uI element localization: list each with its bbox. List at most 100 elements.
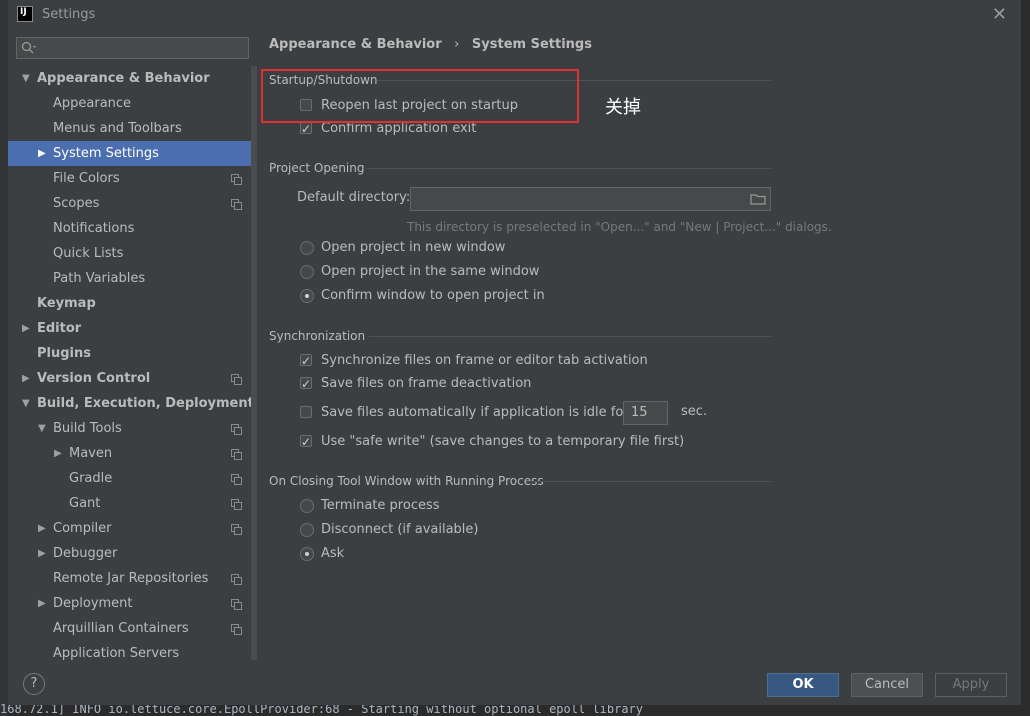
highlight-box (261, 69, 579, 123)
group-divider (367, 168, 772, 169)
title-bar: Settings ✕ (8, 0, 1021, 30)
close-icon[interactable]: ✕ (992, 4, 1007, 25)
project-scope-icon (231, 424, 242, 435)
folder-icon[interactable] (750, 193, 766, 205)
settings-dialog: Settings ✕ ▼ Appearance & Behavior Appear… (8, 0, 1021, 705)
checkbox-box (300, 406, 312, 418)
tree-item-editor[interactable]: ▶ Editor (8, 316, 257, 341)
chevron-down-icon: ▼ (22, 398, 30, 409)
tree-item-notifications[interactable]: Notifications (8, 216, 257, 241)
tree-item-compiler[interactable]: ▶ Compiler (8, 516, 257, 541)
tree-item-menus-toolbars[interactable]: Menus and Toolbars (8, 116, 257, 141)
project-scope-icon (231, 474, 242, 485)
project-scope-icon (231, 499, 242, 510)
checkbox-box (300, 351, 312, 371)
project-scope-icon (231, 199, 242, 210)
tree-item-label: Path Variables (53, 271, 146, 286)
annotation-text: 关掉 (605, 97, 641, 118)
radio-label: Terminate process (321, 498, 440, 513)
dialog-footer: ? OK Cancel Apply (8, 660, 1021, 705)
idle-seconds-value: 15 (631, 405, 648, 420)
tree-item-label: Debugger (53, 546, 118, 561)
chevron-right-icon: ▶ (38, 148, 46, 159)
tree-item-debugger[interactable]: ▶ Debugger (8, 541, 257, 566)
group-title-project-opening: Project Opening (269, 161, 365, 175)
checkbox-label: Use "safe write" (save changes to a temp… (321, 434, 685, 449)
tree-item-appearance-behavior[interactable]: ▼ Appearance & Behavior (8, 66, 257, 91)
radio-label: Open project in new window (321, 240, 506, 255)
tree-item-appearance[interactable]: Appearance (8, 91, 257, 116)
project-scope-icon (231, 624, 242, 635)
window-title: Settings (42, 7, 96, 22)
breadcrumb: Appearance & Behavior › System Settings (269, 37, 600, 52)
tree-item-label: Version Control (37, 371, 151, 386)
radio-label: Ask (321, 546, 345, 561)
tree-item-label: Gradle (69, 471, 113, 486)
tree-item-label: Plugins (37, 346, 91, 361)
tree-item-maven[interactable]: ▶ Maven (8, 441, 257, 466)
idle-seconds-input[interactable]: 15 (623, 401, 668, 425)
background-ide-right (1021, 0, 1030, 716)
settings-content: Appearance & Behavior › System Settings … (257, 30, 1021, 660)
tree-item-label: Compiler (53, 521, 112, 536)
help-button[interactable]: ? (23, 673, 45, 695)
tree-item-remote-jar-repositories[interactable]: Remote Jar Repositories (8, 566, 257, 591)
tree-item-label: File Colors (53, 171, 120, 186)
tree-item-label: Appearance & Behavior (37, 71, 210, 86)
search-input[interactable] (16, 37, 249, 59)
breadcrumb-separator: › (454, 37, 460, 52)
group-title-synchronization: Synchronization (269, 329, 366, 343)
default-directory-field[interactable] (410, 187, 771, 211)
tree-item-version-control[interactable]: ▶ Version Control (8, 366, 257, 391)
breadcrumb-current: System Settings (471, 37, 592, 52)
tree-item-label: Build, Execution, Deployment (37, 396, 254, 411)
tree-item-label: Menus and Toolbars (53, 121, 182, 136)
tree-item-scopes[interactable]: Scopes (8, 191, 257, 216)
tree-item-path-variables[interactable]: Path Variables (8, 266, 257, 291)
checkbox-label: Save files on frame deactivation (321, 376, 532, 391)
radio-circle (300, 241, 314, 255)
radio-label: Open project in the same window (321, 264, 540, 279)
idle-unit-label: sec. (681, 404, 708, 419)
checkbox-box (300, 432, 312, 452)
tree-item-label: Appearance (53, 96, 132, 111)
checkbox-label: Synchronize files on frame or editor tab… (321, 353, 648, 368)
chevron-right-icon: ▶ (38, 523, 46, 534)
tree-item-gradle[interactable]: Gradle (8, 466, 257, 491)
default-directory-hint: This directory is preselected in "Open..… (407, 220, 832, 234)
project-scope-icon (231, 374, 242, 385)
project-scope-icon (231, 574, 242, 585)
checkbox-label: Save files automatically if application … (321, 405, 629, 420)
tree-item-label: Scopes (53, 196, 100, 211)
tree-item-quick-lists[interactable]: Quick Lists (8, 241, 257, 266)
apply-button[interactable]: Apply (935, 673, 1007, 697)
breadcrumb-parent[interactable]: Appearance & Behavior (269, 37, 442, 52)
checkbox-box (300, 374, 312, 394)
background-ide-left (0, 0, 8, 716)
radio-label: Disconnect (if available) (321, 522, 479, 537)
project-scope-icon (231, 174, 242, 185)
search-icon (21, 41, 36, 54)
tree-item-build-execution-deployment[interactable]: ▼ Build, Execution, Deployment (8, 391, 257, 416)
chevron-right-icon: ▶ (22, 373, 30, 384)
tree-item-label: Notifications (53, 221, 135, 236)
tree-item-label: Build Tools (53, 421, 122, 436)
checkbox-box (300, 119, 312, 139)
tree-item-build-tools[interactable]: ▼ Build Tools (8, 416, 257, 441)
project-scope-icon (231, 449, 242, 460)
tree-item-label: Gant (69, 496, 101, 511)
settings-tree: ▼ Appearance & Behavior Appearance Menus … (8, 66, 257, 661)
tree-item-plugins[interactable]: Plugins (8, 341, 257, 366)
group-title-on-closing: On Closing Tool Window with Running Proc… (269, 474, 544, 488)
tree-item-system-settings[interactable]: ▶ System Settings (8, 141, 257, 166)
tree-item-file-colors[interactable]: File Colors (8, 166, 257, 191)
tree-item-gant[interactable]: Gant (8, 491, 257, 516)
tree-item-keymap[interactable]: Keymap (8, 291, 257, 316)
tree-item-deployment[interactable]: ▶ Deployment (8, 591, 257, 616)
tree-item-arquillian-containers[interactable]: Arquillian Containers (8, 616, 257, 641)
project-scope-icon (231, 524, 242, 535)
ok-button[interactable]: OK (767, 673, 839, 697)
cancel-button[interactable]: Cancel (851, 673, 923, 697)
radio-circle (300, 523, 314, 537)
radio-circle (300, 265, 314, 279)
